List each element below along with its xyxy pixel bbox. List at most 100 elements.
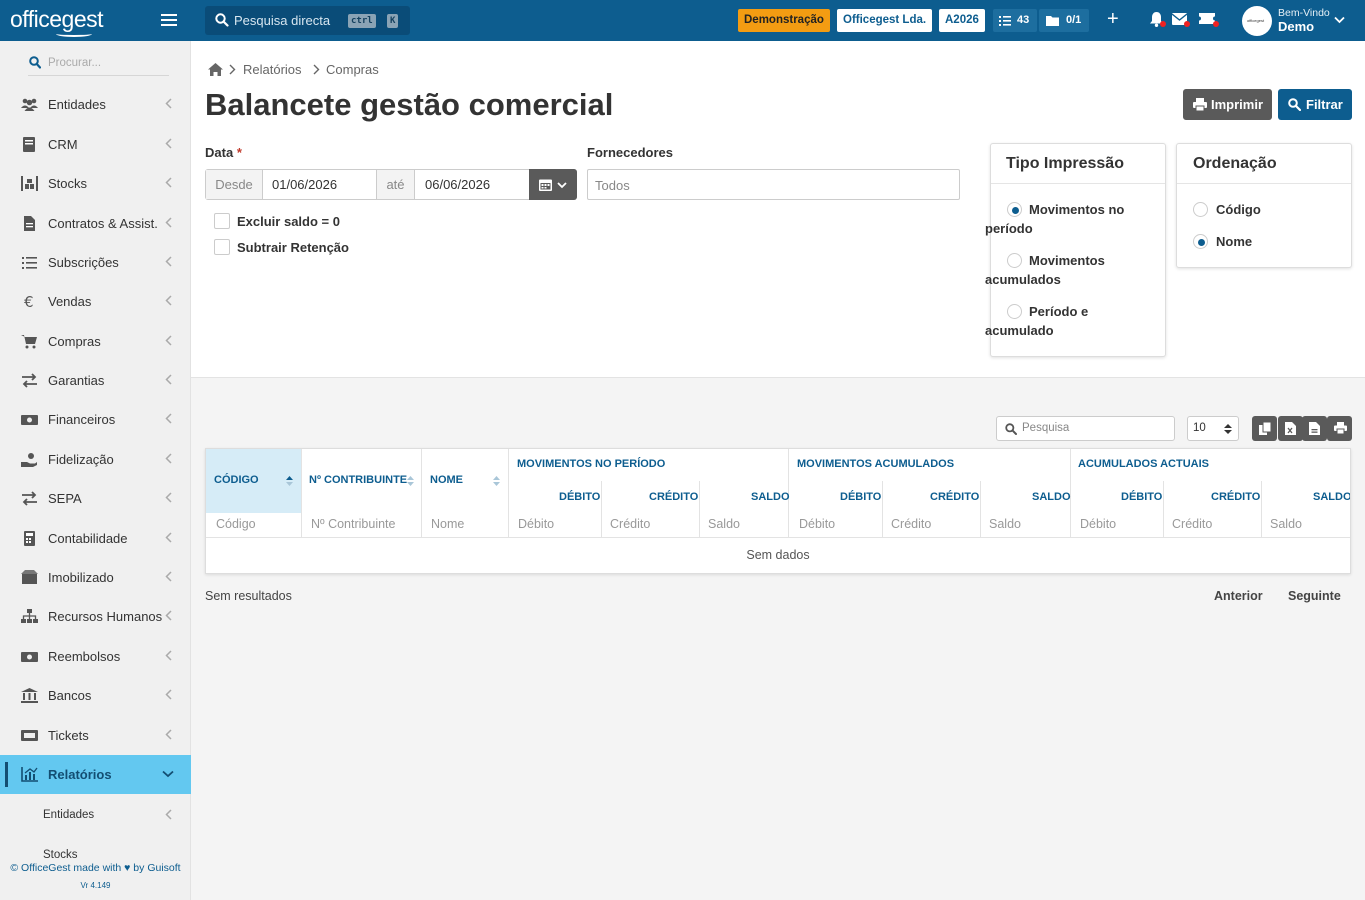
sidebar-item-vendas[interactable]: € Vendas <box>0 282 191 321</box>
sidebar-item-sepa[interactable]: SEPA <box>0 479 191 518</box>
breadcrumb-compras[interactable]: Compras <box>326 62 379 77</box>
sidebar-item-garantias[interactable]: Garantias <box>0 361 191 400</box>
table-search-input[interactable]: Pesquisa <box>996 416 1175 441</box>
col-name-header[interactable]: NOME <box>430 474 463 486</box>
sidebar-item-stocks[interactable]: Stocks <box>0 164 191 203</box>
radio-order-code-label[interactable]: Código <box>1216 200 1261 219</box>
calendar-button[interactable] <box>529 169 577 200</box>
sidebar-item-financeiros[interactable]: Financeiros <box>0 400 191 439</box>
sidebar-item-recursos-humanos[interactable]: Recursos Humanos <box>0 597 191 636</box>
col-current-balance-header[interactable]: SALDO <box>1313 491 1350 503</box>
col-acc-credit-header[interactable]: CRÉDITO <box>930 491 979 503</box>
radio-accumulated-label[interactable]: Movimentos acumulados <box>985 251 1157 289</box>
filter-nif-input[interactable]: Nº Contribuinte <box>311 517 395 531</box>
menu-toggle-icon[interactable] <box>161 14 177 26</box>
footer-credits: © OfficeGest made with ♥ by Guisoft <box>10 862 181 874</box>
sort-icon[interactable] <box>407 476 414 486</box>
filter-period-debit-input[interactable]: Débito <box>518 517 554 531</box>
radio-order-name-label[interactable]: Nome <box>1216 232 1252 251</box>
sort-asc-icon[interactable] <box>286 476 293 486</box>
demo-badge[interactable]: Demonstração <box>738 9 830 32</box>
col-period-credit-header[interactable]: CRÉDITO <box>649 491 698 503</box>
sidebar-subitem-entidades[interactable]: Entidades <box>0 798 191 834</box>
col-period-balance-header[interactable]: SALDO <box>751 491 790 503</box>
filter-button[interactable]: Filtrar <box>1278 89 1352 120</box>
filter-acc-debit-input[interactable]: Débito <box>799 517 835 531</box>
sidebar-item-relatorios[interactable]: Relatórios <box>0 755 191 794</box>
col-current-credit-header[interactable]: CRÉDITO <box>1211 491 1260 503</box>
sidebar-search-input[interactable]: Procurar... <box>28 53 169 76</box>
excel-icon <box>1285 422 1296 435</box>
pagination-next[interactable]: Seguinte <box>1288 589 1341 603</box>
chevron-down-icon[interactable] <box>1334 16 1345 24</box>
search-icon <box>215 13 229 27</box>
filter-acc-balance-input[interactable]: Saldo <box>989 517 1021 531</box>
pagination-previous[interactable]: Anterior <box>1214 589 1263 603</box>
sidebar-item-compras[interactable]: Compras <box>0 322 191 361</box>
filter-period-balance-input[interactable]: Saldo <box>708 517 740 531</box>
tasks-counter[interactable]: 43 <box>993 9 1037 32</box>
date-to-addon: até <box>376 170 415 199</box>
sidebar-item-label: Recursos Humanos <box>48 609 163 624</box>
page-size-select[interactable]: 10 <box>1187 416 1239 441</box>
radio-order-name[interactable] <box>1193 234 1208 249</box>
print-button[interactable]: Imprimir <box>1183 89 1272 120</box>
filter-acc-credit-input[interactable]: Crédito <box>891 517 931 531</box>
excel-export-button[interactable] <box>1278 416 1303 441</box>
username[interactable]: Demo <box>1278 19 1314 34</box>
sidebar-item-bancos[interactable]: Bancos <box>0 676 191 715</box>
col-acc-balance-header[interactable]: SALDO <box>1032 491 1071 503</box>
home-icon[interactable] <box>208 63 223 76</box>
date-to-input[interactable]: 06/06/2026 <box>425 170 490 199</box>
docs-counter[interactable]: 0/1 <box>1039 9 1089 32</box>
global-search[interactable]: Pesquisa directa ctrl K <box>205 6 410 35</box>
subtract-retention-checkbox[interactable] <box>214 239 230 255</box>
copy-button[interactable] <box>1252 416 1277 441</box>
sort-icon[interactable] <box>493 476 500 486</box>
radio-order-code[interactable] <box>1193 202 1208 217</box>
col-acc-debit-header[interactable]: DÉBITO <box>840 491 881 503</box>
sidebar-item-fidelizacao[interactable]: Fidelização <box>0 440 191 479</box>
pdf-export-button[interactable] <box>1302 416 1327 441</box>
sidebar-item-contabilidade[interactable]: Contabilidade <box>0 519 191 558</box>
sidebar-item-contratos[interactable]: Contratos & Assist. <box>0 204 191 243</box>
sidebar: Procurar... Entidades CRM Stocks Contrat… <box>0 41 191 900</box>
filter-name-input[interactable]: Nome <box>431 517 464 531</box>
sidebar-item-reembolsos[interactable]: Reembolsos <box>0 637 191 676</box>
filter-current-credit-input[interactable]: Crédito <box>1172 517 1212 531</box>
suppliers-input[interactable]: Todos <box>587 169 960 200</box>
year-selector[interactable]: A2026 <box>939 9 985 32</box>
sidebar-item-subscricoes[interactable]: Subscrições <box>0 243 191 282</box>
date-from-input[interactable]: 01/06/2026 <box>272 170 337 199</box>
table-print-button[interactable] <box>1327 416 1352 441</box>
printer-icon <box>1334 422 1347 434</box>
add-icon[interactable]: + <box>1107 8 1119 31</box>
col-code-header[interactable]: CÓDIGO <box>214 474 259 486</box>
breadcrumb-separator-icon <box>229 64 236 75</box>
col-nif-header[interactable]: Nº CONTRIBUINTE <box>309 474 407 486</box>
breadcrumb-relatorios[interactable]: Relatórios <box>243 62 302 77</box>
col-current-debit-header[interactable]: DÉBITO <box>1121 491 1162 503</box>
filter-current-debit-input[interactable]: Débito <box>1080 517 1116 531</box>
exclude-zero-balance-checkbox[interactable] <box>214 213 230 229</box>
sidebar-item-imobilizado[interactable]: Imobilizado <box>0 558 191 597</box>
filter-code-input[interactable]: Código <box>216 517 256 531</box>
app-logo[interactable]: officegest <box>10 6 104 37</box>
chevron-left-icon <box>165 374 172 385</box>
filter-period-credit-input[interactable]: Crédito <box>610 517 650 531</box>
col-period-debit-header[interactable]: DÉBITO <box>559 491 600 503</box>
card-divider <box>991 183 1165 184</box>
company-selector[interactable]: Officegest Lda. <box>837 9 933 32</box>
sidebar-subitem-stocks[interactable]: Stocks <box>0 838 191 858</box>
avatar[interactable]: officegest <box>1242 6 1272 36</box>
radio-accumulated-line2: acumulados <box>985 272 1061 287</box>
sidebar-item-entidades[interactable]: Entidades <box>0 85 191 124</box>
pdf-icon <box>1309 422 1320 435</box>
sidebar-item-label: Subscrições <box>48 255 119 270</box>
radio-period-and-accumulated-label[interactable]: Período e acumulado <box>985 302 1157 340</box>
filter-current-balance-input[interactable]: Saldo <box>1270 517 1302 531</box>
ticket-icon <box>21 730 38 741</box>
radio-period-label[interactable]: Movimentos no período <box>985 200 1157 238</box>
sidebar-item-tickets[interactable]: Tickets <box>0 716 191 755</box>
sidebar-item-crm[interactable]: CRM <box>0 125 191 164</box>
